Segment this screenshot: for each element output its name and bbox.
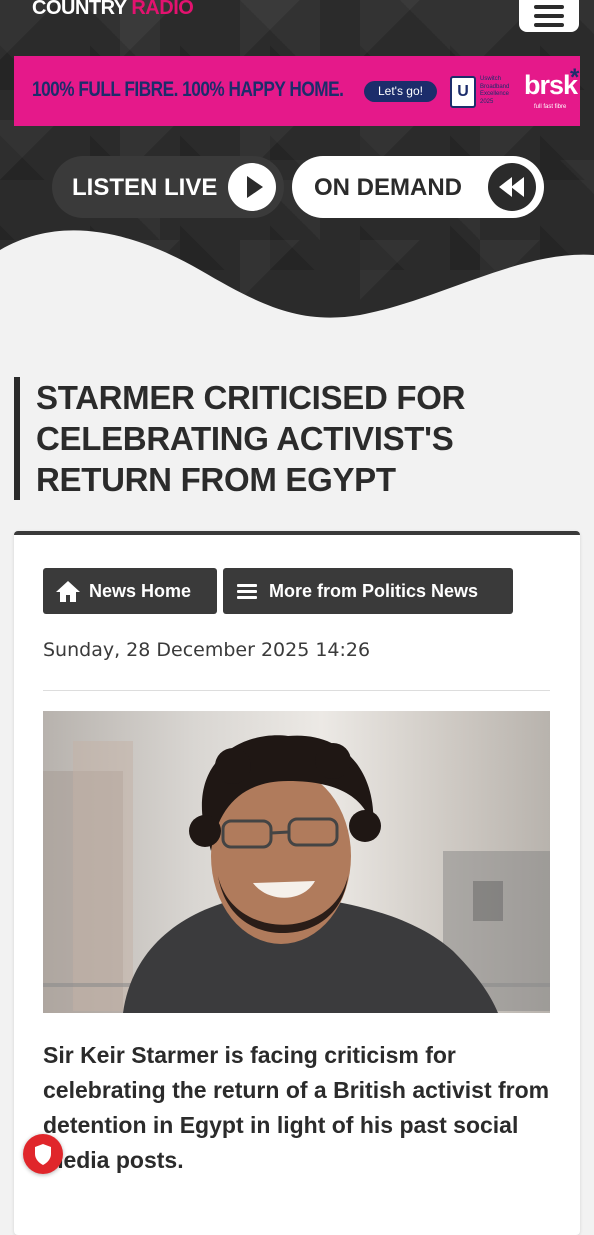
privacy-settings-button[interactable] — [23, 1134, 63, 1174]
ad-headline: 100% FULL FIBRE. 100% HAPPY HOME. — [32, 78, 344, 101]
ad-brand-tagline: full fast fibre — [534, 104, 567, 110]
more-politics-news-button[interactable]: More from Politics News — [223, 568, 513, 614]
home-icon — [55, 579, 81, 608]
ad-banner[interactable]: 100% FULL FIBRE. 100% HAPPY HOME. Let's … — [14, 56, 580, 126]
hamburger-icon-bar-2 — [534, 14, 564, 18]
header-wave — [0, 230, 594, 330]
brand-star-icon: * — [570, 64, 580, 91]
article-title-block: STARMER CRITICISED FOR CELEBRATING ACTIV… — [14, 377, 594, 500]
article-card: News Home More from Politics News Sunday… — [14, 531, 580, 1235]
news-home-label: News Home — [89, 581, 192, 601]
article-photo[interactable] — [43, 711, 550, 1013]
play-icon — [228, 163, 276, 211]
award-logo-icon: U — [450, 76, 476, 108]
news-home-button[interactable]: News Home — [43, 568, 217, 614]
site-header: COUNTRY RADIO 100% FULL FIBRE. 100% HAPP… — [0, 0, 594, 330]
more-politics-news-label: More from Politics News — [269, 581, 479, 601]
logo-country: COUNTRY — [32, 0, 127, 19]
hamburger-icon-bar-3 — [534, 23, 564, 27]
hamburger-icon — [534, 5, 564, 9]
listen-live-button[interactable]: LISTEN LIVE — [52, 156, 284, 218]
on-demand-button[interactable]: ON DEMAND — [292, 156, 544, 218]
shield-icon — [35, 1144, 51, 1165]
on-demand-label: ON DEMAND — [314, 174, 462, 201]
logo-radio: RADIO — [131, 0, 194, 19]
list-icon — [235, 579, 259, 608]
ad-cta-button[interactable]: Let's go! — [364, 81, 437, 102]
award-text: Uswitch Broadband Excellence 2025 — [480, 76, 510, 105]
divider — [43, 690, 550, 691]
listen-live-label: LISTEN LIVE — [72, 174, 218, 201]
article-date: Sunday, 28 December 2025 14:26 — [43, 639, 371, 661]
site-logo[interactable]: COUNTRY RADIO — [32, 0, 194, 20]
article-title: STARMER CRITICISED FOR CELEBRATING ACTIV… — [36, 379, 466, 498]
rewind-icon — [488, 163, 536, 211]
article-lede: Sir Keir Starmer is facing criticism for… — [43, 1042, 550, 1173]
menu-button[interactable] — [519, 0, 579, 32]
